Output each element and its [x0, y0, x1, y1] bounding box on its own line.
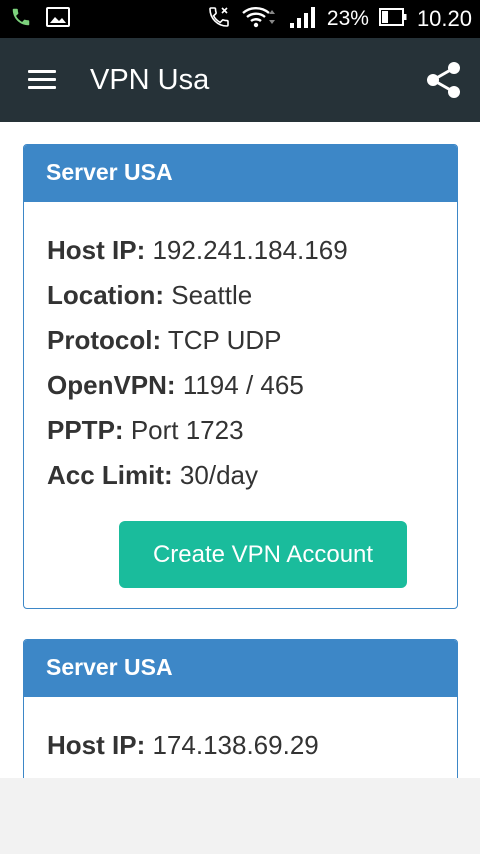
- signal-icon: [289, 5, 317, 34]
- share-icon[interactable]: [424, 60, 464, 100]
- acc-limit-value: 30/day: [179, 460, 258, 490]
- openvpn-label: OpenVPN:: [47, 370, 176, 400]
- protocol-label: Protocol:: [47, 325, 162, 355]
- server-card: Server USA Host IP: 174.138.69.29: [23, 639, 458, 778]
- server-card-title: Server USA: [24, 640, 457, 697]
- hamburger-menu-icon[interactable]: [24, 64, 60, 96]
- host-ip-value: 174.138.69.29: [152, 730, 319, 760]
- phone-icon: [10, 6, 32, 33]
- acc-limit-row: Acc Limit: 30/day: [47, 453, 457, 498]
- protocol-value: TCP UDP: [167, 325, 282, 355]
- app-bar: VPN Usa: [0, 38, 480, 122]
- host-ip-label: Host IP:: [47, 730, 146, 760]
- server-list[interactable]: Server USA Host IP: 192.241.184.169 Loca…: [0, 122, 480, 778]
- host-ip-label: Host IP:: [47, 235, 146, 265]
- location-label: Location:: [47, 280, 164, 310]
- battery-icon: [378, 7, 407, 32]
- acc-limit-label: Acc Limit:: [47, 460, 173, 490]
- host-ip-value: 192.241.184.169: [152, 235, 348, 265]
- location-value: Seattle: [171, 280, 253, 310]
- host-ip-row: Host IP: 192.241.184.169: [47, 228, 457, 273]
- pptp-value: Port 1723: [130, 415, 244, 445]
- battery-percent: 23%: [326, 7, 369, 30]
- clock: 10.20: [416, 6, 472, 31]
- status-bar: 23% 10.20: [0, 0, 480, 38]
- server-card: Server USA Host IP: 192.241.184.169 Loca…: [23, 144, 458, 609]
- bottom-blank-area: [0, 778, 480, 854]
- openvpn-row: OpenVPN: 1194 / 465: [47, 363, 457, 408]
- create-vpn-account-button[interactable]: Create VPN Account: [119, 521, 407, 588]
- pptp-label: PPTP:: [47, 415, 124, 445]
- server-card-title: Server USA: [24, 145, 457, 202]
- location-row: Location: Seattle: [47, 273, 457, 318]
- host-ip-row: Host IP: 174.138.69.29: [47, 723, 457, 768]
- call-forward-icon: [207, 5, 231, 34]
- protocol-row: Protocol: TCP UDP: [47, 318, 457, 363]
- gallery-icon: [46, 6, 70, 32]
- wifi-icon: [241, 5, 279, 34]
- pptp-row: PPTP: Port 1723: [47, 408, 457, 453]
- openvpn-value: 1194 / 465: [182, 370, 304, 400]
- app-title: VPN Usa: [90, 64, 210, 96]
